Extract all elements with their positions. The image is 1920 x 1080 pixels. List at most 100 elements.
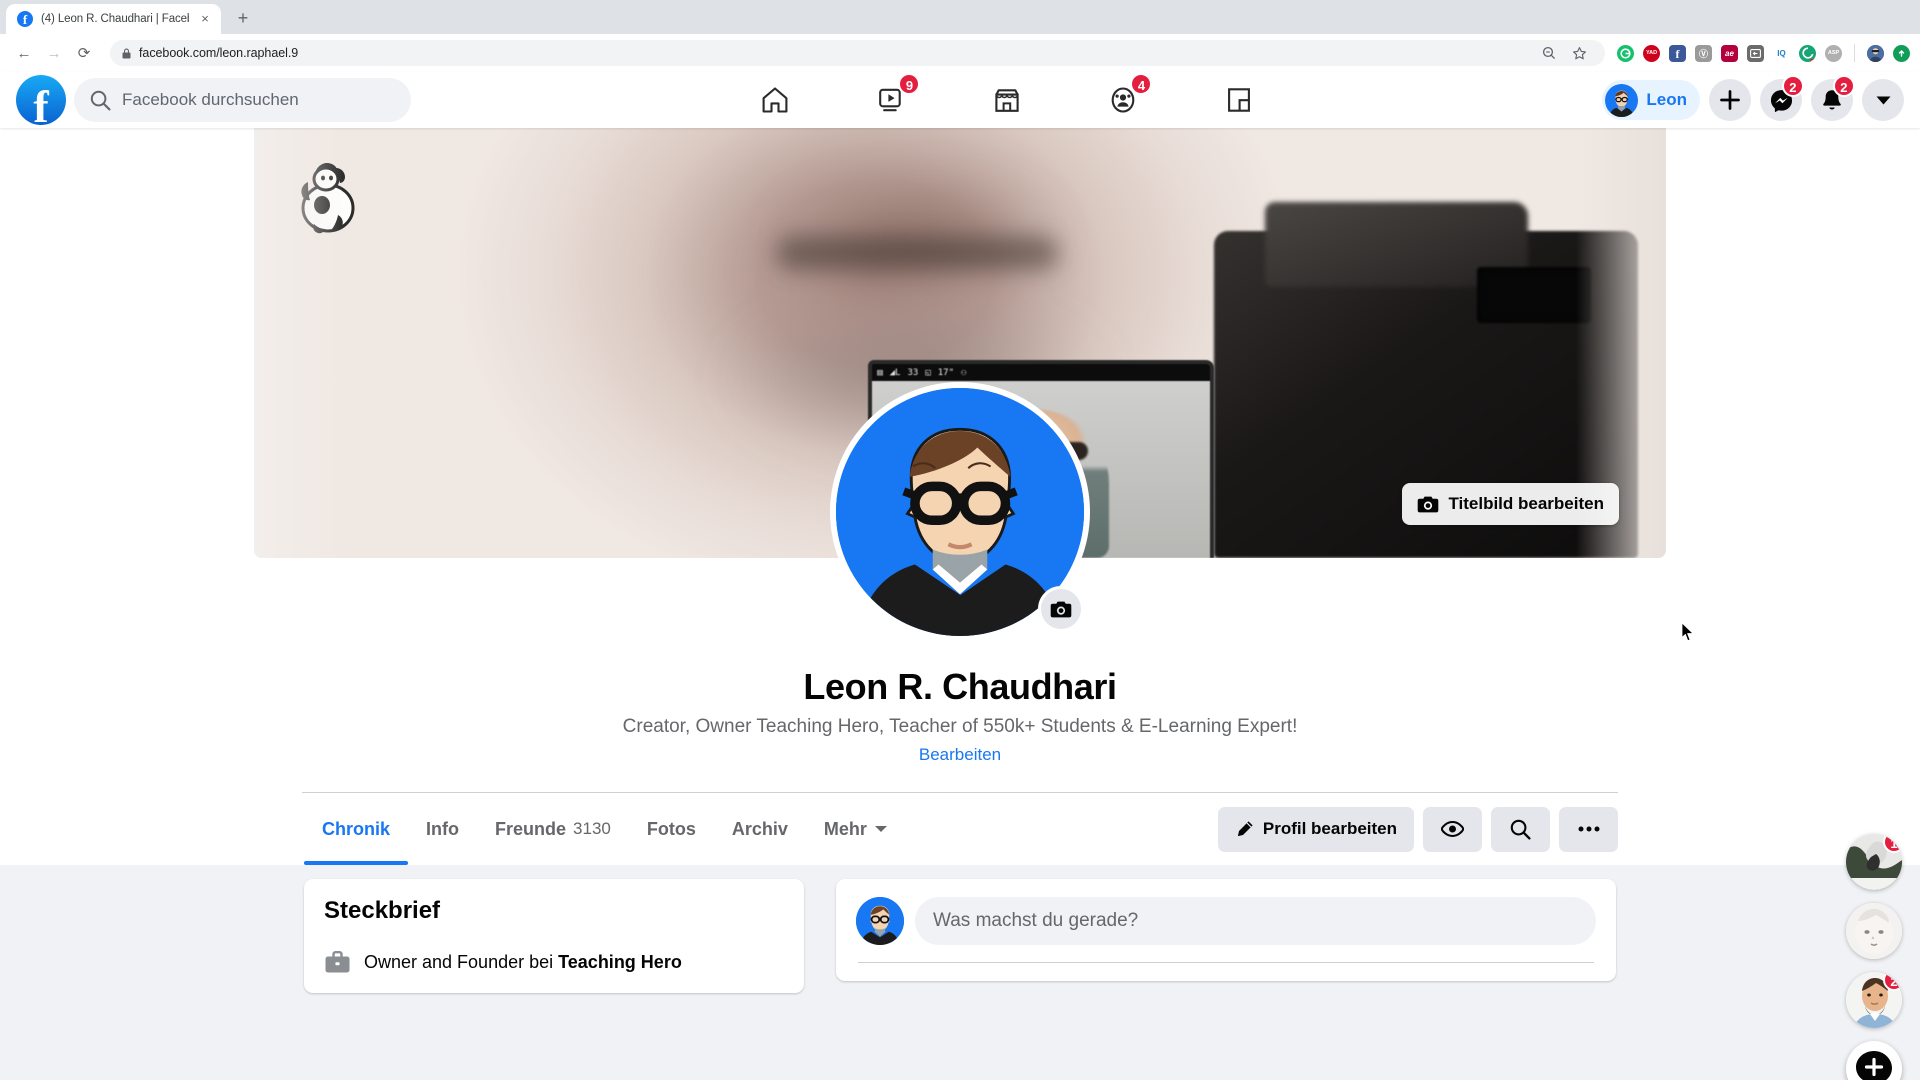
forward-button: → [46,44,62,62]
tab-freunde-label: Freunde [495,818,567,839]
gaming-icon [1227,88,1250,112]
lock-icon [122,48,131,59]
cover-container: ▤ ◢L 33 ◱ 17" ⚇ Titelbild bearbeiten [254,128,1666,642]
sumo-wrestler-watermark [284,160,366,238]
tab-fotos[interactable]: Fotos [629,799,714,859]
edit-cover-photo-button[interactable]: Titelbild bearbeiten [1402,483,1619,525]
chat-contact-2[interactable] [1846,903,1902,959]
new-tab-button[interactable]: + [229,4,257,32]
wayback-extension[interactable]: Ⓥ [1695,44,1712,62]
create-button[interactable] [1709,79,1751,121]
nav-tab-groups[interactable]: 4 [1067,72,1178,128]
yad-extension[interactable]: YAD [1643,44,1660,62]
composer-divider [858,962,1594,963]
ae-extension[interactable]: ae [1721,44,1738,62]
grammarly-extension[interactable] [1617,44,1634,62]
address-bar[interactable]: facebook.com/leon.raphael.9 [110,40,1605,66]
chat-contact-3[interactable]: 2 [1846,972,1902,1028]
close-tab-icon[interactable]: × [197,11,213,27]
home-icon [762,87,788,113]
account-menu-button[interactable] [1862,79,1904,121]
groups-badge: 4 [1130,73,1153,95]
pencil-icon [1235,820,1254,839]
iq-extension[interactable]: IQ [1773,44,1790,62]
browser-update-icon[interactable] [1893,44,1910,62]
nav-tab-gaming[interactable] [1183,72,1294,128]
reload-button[interactable]: ⟳ [70,39,98,67]
facebook-logo-button[interactable]: f [16,75,66,129]
search-icon [90,90,111,111]
tab-mehr[interactable]: Mehr [806,799,906,859]
tab-freunde[interactable]: Freunde 3130 [477,799,629,859]
eye-icon [1441,821,1464,837]
profile-picture-block [830,382,1090,642]
tab-info[interactable]: Info [408,799,477,859]
facebook-pixel-extension[interactable]: f [1669,44,1686,62]
post-input[interactable]: Was machst du gerade? [915,897,1596,945]
notifications-button[interactable]: 2 [1811,75,1855,121]
page-title: Leon R. Chaudhari [803,666,1117,707]
chat-contact-3-badge: 2 [1883,972,1902,991]
edit-profile-button[interactable]: Profil bearbeiten [1217,806,1414,852]
view-as-button[interactable] [1423,806,1482,852]
notifications-badge: 2 [1832,75,1855,97]
profile-tabs: Chronik Info Freunde 3130 Fotos Archiv M… [302,793,1618,865]
browser-extensions: YAD f Ⓥ ae IQ off ASP [1607,44,1910,62]
new-message-button[interactable] [1846,1041,1902,1080]
more-options-button[interactable] [1559,806,1618,852]
chat-contact-1[interactable]: 1 [1846,834,1902,890]
asp-extension[interactable]: ASP [1825,44,1842,62]
search-placeholder: Facebook durchsuchen [122,90,299,109]
left-column: Steckbrief Owner and Founder bei Teachin… [304,879,804,993]
search-profile-button[interactable] [1491,806,1550,852]
cover-background-glasses [776,235,1059,270]
tab-mehr-label: Mehr [823,818,867,839]
profile-header: ▤ ◢L 33 ◱ 17" ⚇ Titelbild bearbeiten Leo… [0,128,1920,865]
back-button[interactable]: ← [10,39,38,67]
messenger-button[interactable]: 2 [1760,75,1804,121]
composer-avatar[interactable] [856,897,904,945]
chat-contact-1-badge: 1 [1883,834,1902,853]
intro-work-text: Owner and Founder bei Teaching Hero [364,952,682,973]
ellipsis-icon [1578,826,1599,832]
intro-work-prefix: Owner and Founder bei [364,952,559,972]
post-composer-card: Was machst du gerade? [836,879,1616,981]
browser-tab-title: (4) Leon R. Chaudhari | Facebo [41,13,189,25]
browser-omnibar: ← → ⟳ facebook.com/leon.raphael.9 YAD f [0,34,1920,72]
bookmark-star-icon[interactable] [1565,39,1593,67]
hud-quality: ◢L [889,367,901,378]
right-column: Was machst du gerade? [836,879,1616,993]
off-extension[interactable]: off [1799,44,1816,62]
url-text: facebook.com/leon.raphael.9 [139,46,299,60]
nav-tab-home[interactable] [719,72,830,128]
tab-archiv[interactable]: Archiv [714,799,806,859]
tab-chronik-label: Chronik [322,818,391,839]
account-profile-link[interactable]: Leon [1602,80,1700,120]
hud-mode-icon: ⚇ [961,367,967,378]
mouse-cursor [1681,622,1695,642]
hud-battery-icon: ▤ [877,367,883,378]
edit-cover-photo-label: Titelbild bearbeiten [1448,494,1604,513]
search-icon [1510,819,1531,840]
avatar [1605,83,1639,117]
nav-tab-watch[interactable]: 9 [835,72,946,128]
intro-work-row: Owner and Founder bei Teaching Hero [324,950,784,975]
chevron-down-icon [874,824,888,834]
edit-bio-link[interactable]: Bearbeiten [0,745,1920,765]
nav-tab-marketplace[interactable] [951,72,1062,128]
nav-right-cluster: Leon 2 2 [1602,75,1904,121]
edit-profile-picture-button[interactable] [1038,586,1084,632]
chevron-down-icon [1876,96,1890,105]
tab-archiv-label: Archiv [731,818,788,839]
chat-rail: 1 2 [1846,834,1902,1080]
toolbar-divider [1854,44,1855,62]
tab-chronik[interactable]: Chronik [304,799,409,865]
pocket-extension[interactable] [1747,44,1764,62]
search-input[interactable]: Facebook durchsuchen [74,78,411,122]
zoom-icon[interactable] [1535,39,1563,67]
browser-profile-avatar[interactable] [1867,44,1884,62]
browser-tab[interactable]: f (4) Leon R. Chaudhari | Facebo × [6,4,221,34]
intro-card: Steckbrief Owner and Founder bei Teachin… [304,879,804,993]
briefcase-icon [324,950,351,975]
edit-profile-label: Profil bearbeiten [1262,819,1397,838]
